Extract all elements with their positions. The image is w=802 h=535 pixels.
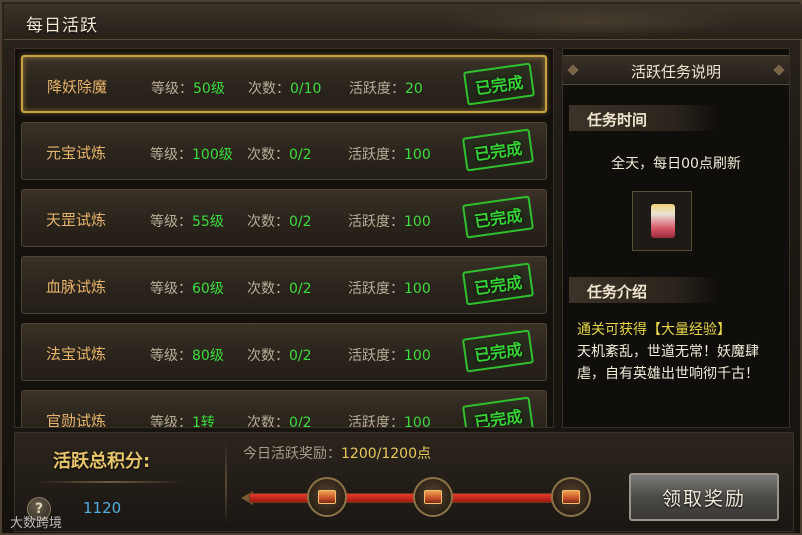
- task-activity: 活跃度：100: [348, 415, 431, 428]
- task-level: 等级：50级: [151, 81, 225, 97]
- task-level: 等级：60级: [150, 281, 224, 297]
- task-row[interactable]: 血脉试炼 等级：60级 次数：0/2 活跃度：100 已完成: [21, 256, 547, 314]
- task-name: 元宝试炼: [46, 144, 107, 162]
- daily-reward-label: 今日活跃奖励：1200/1200点: [243, 446, 431, 462]
- completed-stamp: 已完成: [461, 396, 535, 427]
- treasure-chest-icon: [562, 490, 580, 504]
- task-info-panel: 活跃任务说明 任务时间 全天，每日00点刷新 任务介绍 通关可获得【大量经验】 …: [562, 48, 790, 428]
- window-title: 每日活跃: [26, 16, 98, 36]
- task-name: 天罡试炼: [46, 211, 107, 229]
- claim-reward-button[interactable]: 领取奖励: [629, 473, 779, 521]
- reward-chest-2[interactable]: [413, 477, 453, 517]
- info-header-title: 活跃任务说明: [630, 63, 721, 81]
- task-row[interactable]: 降妖除魔 等级：50级 次数：0/10 活跃度：20 已完成: [21, 55, 547, 113]
- watermark: 大数跨境: [10, 516, 63, 531]
- task-name: 法宝试炼: [46, 345, 107, 363]
- completed-stamp: 已完成: [461, 195, 535, 239]
- reward-chest-1[interactable]: [307, 477, 347, 517]
- reward-item-icon: [651, 204, 675, 238]
- task-time-text: 全天，每日00点刷新: [611, 156, 741, 172]
- task-row[interactable]: 法宝试炼 等级：80级 次数：0/2 活跃度：100 已完成: [21, 323, 547, 381]
- task-row[interactable]: 官勋试炼 等级：1转 次数：0/2 活跃度：100 已完成: [21, 390, 547, 428]
- task-row[interactable]: 天罡试炼 等级：55级 次数：0/2 活跃度：100 已完成: [21, 189, 547, 247]
- task-level: 等级：55级: [150, 214, 224, 230]
- intro-body: 天机紊乱，世道无常！妖魔肆虐，自有英雄出世响彻千古！: [577, 344, 759, 382]
- intro-section-header: 任务介绍: [569, 277, 719, 303]
- treasure-chest-icon: [318, 490, 336, 504]
- completed-stamp: 已完成: [461, 128, 535, 172]
- score-divider: [35, 481, 185, 483]
- daily-activity-window: 每日活跃 降妖除魔 等级：50级 次数：0/10 活跃度：20 已完成 元宝试炼…: [0, 0, 802, 535]
- task-activity: 活跃度：100: [348, 214, 431, 230]
- info-header: 活跃任务说明: [563, 55, 789, 85]
- completed-stamp: 已完成: [462, 62, 536, 106]
- task-level: 等级：100级: [150, 147, 233, 163]
- task-list: 降妖除魔 等级：50级 次数：0/10 活跃度：20 已完成 元宝试炼 等级：1…: [14, 48, 554, 428]
- task-count: 次数：0/2: [247, 348, 312, 364]
- time-section-header: 任务时间: [569, 105, 719, 131]
- title-ornament: [442, 6, 742, 38]
- task-row[interactable]: 元宝试炼 等级：100级 次数：0/2 活跃度：100 已完成: [21, 122, 547, 180]
- task-count: 次数：0/2: [247, 281, 312, 297]
- task-name: 降妖除魔: [47, 78, 108, 96]
- treasure-chest-icon: [424, 490, 442, 504]
- completed-stamp: 已完成: [461, 262, 535, 306]
- completed-stamp: 已完成: [461, 329, 535, 373]
- task-activity: 活跃度：100: [348, 147, 431, 163]
- task-count: 次数：0/2: [247, 415, 312, 428]
- title-bar: 每日活跃: [4, 4, 802, 40]
- bottom-bar: 活跃总积分: ? 1120 今日活跃奖励：1200/1200点 领取奖励: [14, 432, 794, 532]
- task-level: 等级：1转: [150, 415, 215, 428]
- task-intro-text: 通关可获得【大量经验】 天机紊乱，世道无常！妖魔肆虐，自有英雄出世响彻千古！: [577, 319, 783, 385]
- task-count: 次数：0/10: [248, 81, 322, 97]
- task-name: 血脉试炼: [46, 278, 107, 296]
- total-score-value: 1120: [83, 499, 122, 517]
- task-activity: 活跃度：20: [349, 81, 423, 97]
- task-level: 等级：80级: [150, 348, 224, 364]
- task-activity: 活跃度：100: [348, 281, 431, 297]
- task-name: 官勋试炼: [46, 412, 107, 428]
- reward-item-slot[interactable]: [632, 191, 692, 251]
- reward-chest-3[interactable]: [551, 477, 591, 517]
- task-activity: 活跃度：100: [348, 348, 431, 364]
- intro-highlight: 通关可获得【大量经验】: [577, 322, 731, 338]
- task-count: 次数：0/2: [247, 147, 312, 163]
- bottom-divider: [225, 441, 227, 525]
- total-score-label: 活跃总积分:: [53, 451, 151, 472]
- task-count: 次数：0/2: [247, 214, 312, 230]
